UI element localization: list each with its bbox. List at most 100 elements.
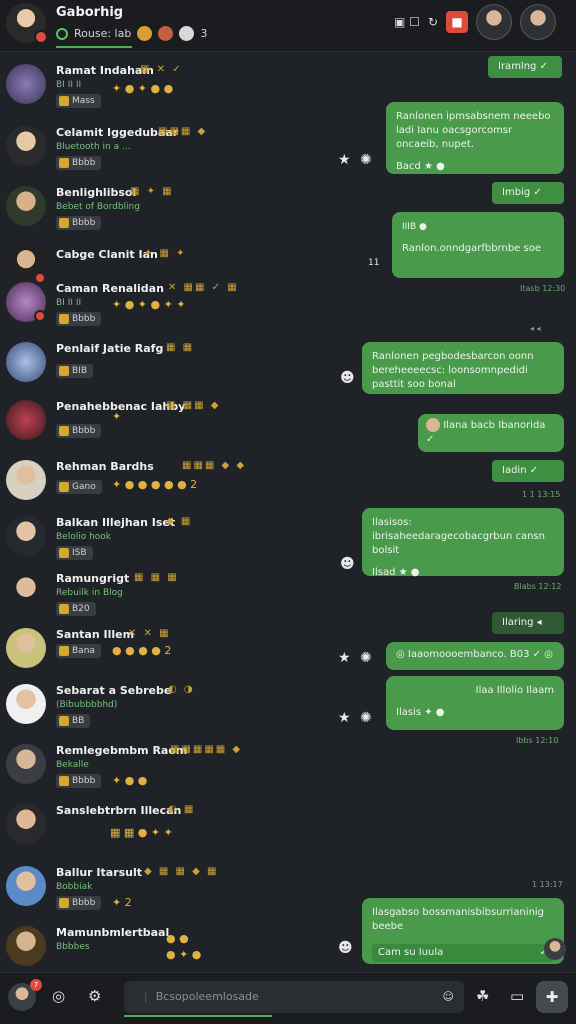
chat-row[interactable]: Ramat Indaham BI II II Mass ▦ ✕ ✓ ✦ ● ✦ … xyxy=(0,60,330,118)
chat-name: Sebarat a Sebrebe xyxy=(56,684,172,697)
message-text: Iadin xyxy=(502,465,527,476)
emoji-row: ✦ ● ● xyxy=(112,774,148,787)
avatar xyxy=(6,926,46,966)
contact-avatar[interactable] xyxy=(520,4,556,40)
emoji-icon xyxy=(137,26,153,41)
face-icon[interactable]: ☻ xyxy=(340,556,355,572)
message-bubble: IIIB ● Ranlon.onndgarfbbrnbe soe xyxy=(392,212,564,278)
gear-icon[interactable]: ✺ xyxy=(360,650,372,666)
contact-avatar[interactable] xyxy=(476,4,512,40)
emoji-row: ✦ ● ● ● ● ● 2 xyxy=(112,478,198,491)
emoji-row: ▦ ▦ ● ✦ ✦ xyxy=(110,826,173,839)
chat-chip: Bbbb xyxy=(56,216,102,230)
sticker-icon[interactable]: ☘ xyxy=(476,987,489,1005)
emoji-icon xyxy=(158,26,174,41)
message-bubble: Ranlonen pegbodesbarcon oonn bereheeeecs… xyxy=(362,342,564,394)
timestamp: Ibbs 12:10 xyxy=(516,736,559,745)
message-tag: Ilasis xyxy=(396,707,422,718)
chat-subtitle: BI II II xyxy=(56,80,82,90)
chat-row[interactable]: Sebarat a Sebrebe (Bibubbbbhd) BB ◐ ◑ xyxy=(0,680,330,738)
chat-subtitle: Bbbbes xyxy=(56,942,90,952)
chat-row[interactable]: Caman Renalidan BI II II Bbbb ✕ ▦▦ ✓ ▦ ✦… xyxy=(0,278,330,336)
status-ring-icon xyxy=(56,27,68,40)
notification-badge: 7 xyxy=(30,979,42,991)
chat-row[interactable]: Benlighlibsol Bebet of Bordbling Bbbb ▦ … xyxy=(0,182,330,240)
avatar xyxy=(6,342,46,382)
bottom-bar: 7 ◎ ⚙ | Bcsopoleemlosade ☺ ☘ ▭ ✚ xyxy=(0,972,576,1024)
chat-row[interactable]: Santan Illem Bana ✕ ✕ ▦ ● ● ● ● 2 xyxy=(0,624,330,682)
timestamp: 1 13:17 xyxy=(532,880,563,889)
header-actions: ▣ ☐ ↻ ■ xyxy=(394,0,576,44)
avatar xyxy=(426,418,440,432)
chat-chip: BB xyxy=(56,714,91,728)
face-icon[interactable]: ☻ xyxy=(338,940,353,956)
chat-row[interactable]: Celamit Iggedubaar Bluetooth in a ... Bb… xyxy=(0,122,330,180)
timestamp: 1 1 13:15 xyxy=(522,490,561,499)
chat-chip: BIB xyxy=(56,364,94,378)
message-text: Ranlon.onndgarfbbrnbe soe xyxy=(402,243,541,254)
face-icon[interactable]: ☻ xyxy=(340,370,355,386)
chat-chip: Gano xyxy=(56,480,102,494)
star-icon[interactable]: ★ xyxy=(338,650,351,666)
chat-name: Ramungrigt xyxy=(56,572,130,585)
gear-icon[interactable]: ✺ xyxy=(360,710,372,726)
message-tag: Ilsad xyxy=(372,567,396,578)
emoji-row: ● ✦ ● xyxy=(166,948,202,961)
tag-icons: ▦▦▦▦▦ ◆ xyxy=(170,744,243,755)
chat-subtitle: Bluetooth in a ... xyxy=(56,142,131,152)
red-badge-icon[interactable]: ■ xyxy=(446,11,468,33)
chat-row[interactable]: Penahebbenac Iahby Bbbb ▦ ▦▦ ◆ ✦ xyxy=(0,396,330,454)
emoji-row: ● ● ● ● 2 xyxy=(112,644,172,657)
emoji-row: ✦ ● ✦ ● ● xyxy=(112,82,174,95)
chat-row[interactable]: Ramungrigt Rebuilk in Blog B20 ▦ ▦ ▦ xyxy=(0,568,330,626)
image-icon[interactable]: ▭ xyxy=(510,987,524,1005)
message-input[interactable]: | Bcsopoleemlosade ☺ xyxy=(124,981,464,1013)
chat-row[interactable]: Ballur Itarsult Bobbiak Bbbb ◆ ▦ ▦ ◆ ▦ ✦… xyxy=(0,862,330,920)
chat-name: Remlegebmbm Raom xyxy=(56,744,188,757)
message-text: Ilaring xyxy=(502,617,534,628)
timestamp: Blabs 12:12 xyxy=(514,582,562,591)
input-placeholder: Bcsopoleemlosade xyxy=(155,990,259,1003)
quoted-reply[interactable]: Cam su Iuula ✓ xyxy=(372,944,554,962)
message-bubble: Ilaa Illolio Ilaam Ilasis ✦ ● xyxy=(386,676,564,730)
image-icon[interactable]: ▣ ☐ xyxy=(394,15,420,29)
message-pill: Imbig ✓ xyxy=(492,182,564,204)
star-icon[interactable]: ★ xyxy=(338,152,351,168)
chat-row[interactable]: Remlegebmbm Raom Bekalle Bbbb ▦▦▦▦▦ ◆ ✦ … xyxy=(0,740,330,798)
message-text: Iramlng xyxy=(498,61,537,72)
chat-subtitle: Rebuilk in Blog xyxy=(56,588,123,598)
chat-bubble-icon[interactable]: ◎ xyxy=(52,987,65,1005)
notification-badge xyxy=(34,30,48,44)
tag-icons: ▦ ✕ ✓ xyxy=(140,64,183,75)
chat-row[interactable]: Sanslebtrbrn Illecan ◐ ▦ ▦ ▦ ● ✦ ✦ xyxy=(0,800,330,858)
chat-row[interactable]: Balkan Illejhan Iset Belolio hook ISB ◆ … xyxy=(0,512,330,570)
chat-name: Cabge Clanit Ian xyxy=(56,248,158,261)
chat-row[interactable]: Penlaif Jatie Rafg BIB ▦ ▦ xyxy=(0,338,330,396)
emoji-icon[interactable]: ☺ xyxy=(443,981,454,1013)
tag-icons: ◆ ▦ ▦ ◆ ▦ xyxy=(144,866,219,877)
tool-icon[interactable]: ⚙ xyxy=(88,987,101,1005)
emoji-row: ✦ 2 xyxy=(112,896,132,909)
message-text: Ilaa Illolio Ilaam xyxy=(475,685,554,696)
chat-chip: ISB xyxy=(56,546,93,560)
tag-icons: ▦ ▦ ▦ xyxy=(134,572,179,583)
message-bubble: Ranlonen ipmsabsnem neeebo ladi Ianu oac… xyxy=(386,102,564,174)
chat-name: Caman Renalidan xyxy=(56,282,164,295)
message-text: Ilana bacb Ibanorida xyxy=(443,420,546,431)
page-title: Gaborhig xyxy=(56,5,124,20)
emoji-row: ● ● xyxy=(166,932,189,945)
chat-chip: Bbbb xyxy=(56,312,102,326)
chat-chip: Bbbb xyxy=(56,424,102,438)
chat-subtitle: Bobbiak xyxy=(56,882,93,892)
chat-name: Ballur Itarsult xyxy=(56,866,143,879)
message-text: Ilasgabso bossmanisbibsurrianinig beebe xyxy=(372,907,545,932)
send-button[interactable]: ✚ xyxy=(536,981,568,1013)
message-pill: Iramlng ✓ xyxy=(488,56,562,78)
refresh-icon[interactable]: ↻ xyxy=(428,15,438,29)
avatar xyxy=(6,126,46,166)
chat-name: Balkan Illejhan Iset xyxy=(56,516,176,529)
star-icon[interactable]: ★ xyxy=(338,710,351,726)
message-text: Iaaomoooembanco. xyxy=(407,649,507,660)
chat-row[interactable]: Rehman Bardhs Gano ▦▦▦ ◆ ◆ ✦ ● ● ● ● ● 2 xyxy=(0,456,330,514)
gear-icon[interactable]: ✺ xyxy=(360,152,372,168)
